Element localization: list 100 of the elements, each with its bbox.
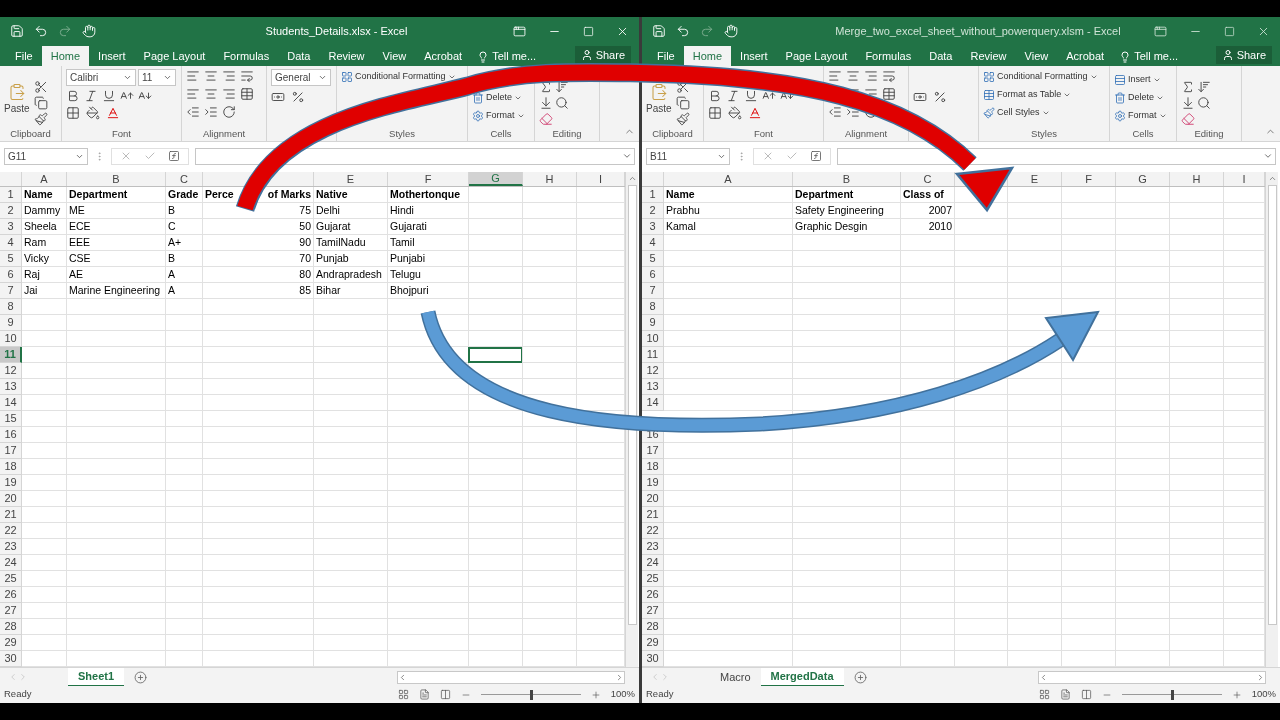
ribbon-menu-button[interactable]: Insert: [1114, 72, 1167, 88]
ribbon-menu-button[interactable]: Cell Styles: [983, 105, 1098, 121]
row-header[interactable]: 2: [642, 203, 664, 219]
row-header[interactable]: 23: [0, 539, 22, 555]
row-header[interactable]: 18: [0, 459, 22, 475]
column-header[interactable]: B: [67, 172, 166, 186]
row-header[interactable]: 10: [642, 331, 664, 347]
share-button[interactable]: Share: [1215, 46, 1272, 64]
ribbon-menu-button[interactable]: Format: [1114, 108, 1167, 124]
row-header[interactable]: 26: [642, 587, 664, 603]
row-header[interactable]: 29: [642, 635, 664, 651]
column-header[interactable]: B: [793, 172, 901, 186]
row-header[interactable]: 9: [642, 315, 664, 331]
tell-me-field[interactable]: Tell me...: [1113, 47, 1185, 66]
name-box[interactable]: G11: [4, 147, 88, 165]
name-box[interactable]: B11: [646, 147, 730, 165]
row-header[interactable]: 8: [642, 299, 664, 315]
font-size-field[interactable]: 11: [138, 69, 176, 86]
ribbon-tab[interactable]: Insert: [731, 46, 777, 66]
ribbon-tab[interactable]: Acrobat: [415, 46, 472, 66]
ribbon-tab[interactable]: Home: [41, 46, 90, 66]
row-header[interactable]: 4: [642, 235, 664, 251]
ribbon-tab[interactable]: View: [1015, 46, 1058, 66]
row-header[interactable]: 1: [0, 187, 22, 203]
column-header[interactable]: C: [166, 172, 203, 186]
ribbon-tab[interactable]: File: [648, 46, 684, 66]
ribbon-tab[interactable]: Acrobat: [1057, 46, 1114, 66]
sheet-tab[interactable]: Macro: [710, 667, 761, 687]
number-format-field[interactable]: General: [271, 69, 331, 86]
row-header[interactable]: 30: [642, 651, 664, 667]
ribbon-menu-button[interactable]: Delete: [1114, 90, 1167, 106]
row-header[interactable]: 21: [0, 507, 22, 523]
row-header[interactable]: 28: [642, 619, 664, 635]
row-header[interactable]: 13: [0, 379, 22, 395]
ribbon-tab[interactable]: File: [6, 46, 42, 66]
ribbon-tab[interactable]: Page Layout: [134, 46, 215, 66]
row-header[interactable]: 30: [0, 651, 22, 667]
row-header[interactable]: 7: [642, 283, 664, 299]
row-header[interactable]: 5: [0, 251, 22, 267]
ribbon-menu-button[interactable]: Conditional Formatting: [341, 69, 456, 85]
column-header[interactable]: H: [523, 172, 577, 186]
column-header[interactable]: A: [22, 172, 67, 186]
ribbon-tab[interactable]: Formulas: [856, 46, 921, 66]
row-header[interactable]: 11: [642, 347, 664, 363]
row-header[interactable]: 25: [642, 571, 664, 587]
row-header[interactable]: 14: [0, 395, 22, 411]
paste-button[interactable]: Paste: [4, 69, 30, 127]
row-header[interactable]: 29: [0, 635, 22, 651]
column-header[interactable]: H: [1170, 172, 1224, 186]
row-header[interactable]: 26: [0, 587, 22, 603]
row-header[interactable]: 20: [0, 491, 22, 507]
row-header[interactable]: 13: [642, 379, 664, 395]
row-header[interactable]: 19: [0, 475, 22, 491]
row-header[interactable]: 12: [642, 363, 664, 379]
ribbon-menu-button[interactable]: Format: [472, 108, 525, 124]
row-header[interactable]: 6: [642, 267, 664, 283]
ribbon-tab[interactable]: Data: [278, 46, 320, 66]
column-header[interactable]: A: [664, 172, 793, 186]
column-header[interactable]: C: [901, 172, 955, 186]
row-header[interactable]: 24: [642, 555, 664, 571]
row-header[interactable]: 22: [642, 523, 664, 539]
font-name-field[interactable]: Calibri: [66, 69, 136, 86]
row-header[interactable]: 22: [0, 523, 22, 539]
sheet-tab[interactable]: MergedData: [760, 667, 844, 687]
ribbon-tab[interactable]: Review: [961, 46, 1016, 66]
row-header[interactable]: 24: [0, 555, 22, 571]
column-header[interactable]: G: [1116, 172, 1170, 186]
row-header[interactable]: 15: [0, 411, 22, 427]
ribbon-tab[interactable]: View: [373, 46, 416, 66]
share-button[interactable]: Share: [574, 46, 631, 64]
sheet-tab[interactable]: Sheet1: [68, 667, 125, 687]
tell-me-field[interactable]: Tell me...: [471, 47, 543, 66]
row-header[interactable]: 17: [0, 443, 22, 459]
row-header[interactable]: 23: [642, 539, 664, 555]
row-header[interactable]: 2: [0, 203, 22, 219]
row-header[interactable]: 17: [642, 443, 664, 459]
row-header[interactable]: 19: [642, 475, 664, 491]
ribbon-menu-button[interactable]: Format as Table: [983, 87, 1098, 103]
column-header[interactable]: E: [314, 172, 388, 186]
ribbon-tab[interactable]: Page Layout: [776, 46, 857, 66]
ribbon-tab[interactable]: Review: [319, 46, 374, 66]
column-header[interactable]: F: [1062, 172, 1116, 186]
ribbon-menu-button[interactable]: Conditional Formatting: [983, 69, 1098, 85]
row-header[interactable]: 14: [642, 395, 664, 411]
row-header[interactable]: 28: [0, 619, 22, 635]
row-header[interactable]: 10: [0, 331, 22, 347]
row-header[interactable]: 18: [642, 459, 664, 475]
row-header[interactable]: 5: [642, 251, 664, 267]
row-header[interactable]: 27: [0, 603, 22, 619]
row-header[interactable]: 6: [0, 267, 22, 283]
row-header[interactable]: 12: [0, 363, 22, 379]
ribbon-menu-button[interactable]: Delete: [472, 90, 525, 106]
column-header[interactable]: G: [469, 172, 523, 186]
row-header[interactable]: 9: [0, 315, 22, 331]
ribbon-tab[interactable]: Insert: [89, 46, 135, 66]
ribbon-tab[interactable]: Formulas: [214, 46, 279, 66]
row-header[interactable]: 3: [0, 219, 22, 235]
row-header[interactable]: 25: [0, 571, 22, 587]
row-header[interactable]: 7: [0, 283, 22, 299]
row-header[interactable]: 16: [0, 427, 22, 443]
